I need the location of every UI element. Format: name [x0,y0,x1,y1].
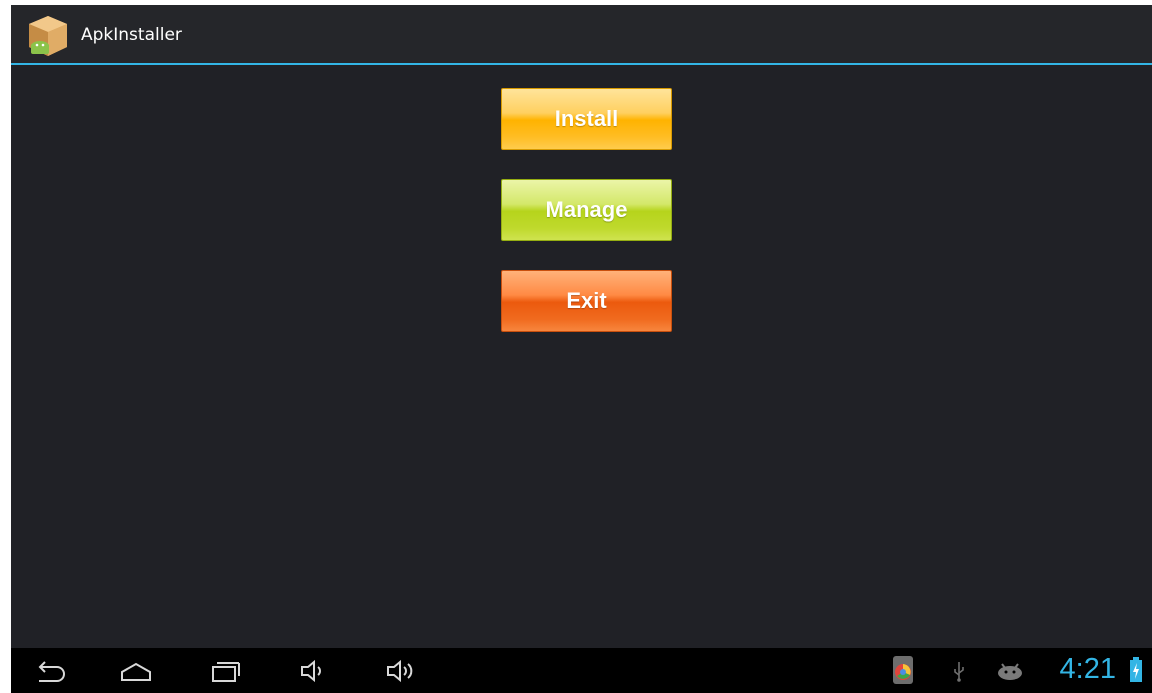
main-content: Install Manage Exit [11,65,1152,648]
exit-button[interactable]: Exit [501,270,672,332]
action-bar: ApkInstaller [11,5,1152,65]
home-icon[interactable] [116,654,156,688]
android-debug-icon [996,661,1024,685]
battery-charging-icon [1129,656,1143,688]
volume-up-icon[interactable] [382,654,422,688]
app-title: ApkInstaller [81,25,182,45]
android-screen: ApkInstaller Install Manage Exit 4:21 [11,5,1152,693]
status-clock: 4:21 [1059,653,1116,685]
apk-installer-box-icon [25,13,71,59]
usb-icon [952,660,966,686]
app-notification-icon[interactable] [891,654,915,690]
manage-button[interactable]: Manage [501,179,672,241]
volume-down-icon[interactable] [294,654,334,688]
install-button[interactable]: Install [501,88,672,150]
recents-icon[interactable] [205,654,245,688]
back-icon[interactable] [31,654,71,688]
system-navigation-bar: 4:21 [11,648,1152,693]
